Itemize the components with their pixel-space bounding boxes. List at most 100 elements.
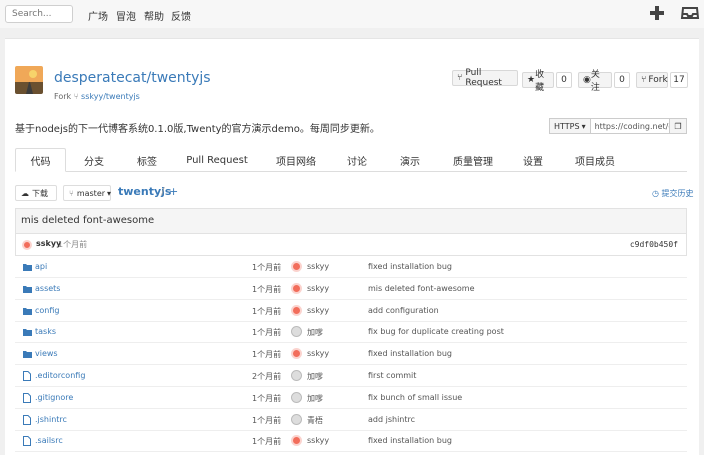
clone-url[interactable]: https://coding.net/desp [591, 122, 669, 131]
table-row[interactable]: assets 1个月前 sskyy mis deleted font-awesome [15, 278, 687, 300]
file-user[interactable]: sskyy [307, 349, 329, 358]
commit-history-link[interactable]: ◷ 提交历史 [652, 188, 694, 199]
file-name[interactable]: .jshintrc [35, 415, 67, 424]
file-age: 1个月前 [252, 328, 282, 338]
avatar [291, 282, 302, 294]
watch-button[interactable]: ◉ 关注 [578, 70, 612, 93]
table-row[interactable]: .sailsrc 1个月前 sskyy fixed installation bug [15, 430, 687, 453]
repo-tabs: 代码 分支 标签 Pull Request 项目网络 讨论 演示 质量管理 设置… [15, 148, 687, 172]
top-bar: 广场 冒泡 帮助 反馈 [0, 0, 704, 28]
file-name[interactable]: tasks [35, 327, 56, 336]
nav-help[interactable]: 帮助 [144, 8, 164, 23]
file-user[interactable]: sskyy [307, 284, 329, 293]
table-row[interactable]: config 1个月前 sskyy add configuration [15, 300, 687, 322]
avatar [291, 304, 302, 316]
table-row[interactable]: views 1个月前 sskyy fixed installation bug [15, 343, 687, 366]
file-icon [23, 436, 31, 447]
fork-source-link[interactable]: sskyy/twentyjs [81, 92, 140, 101]
download-button[interactable]: ☁ 下载 [15, 185, 57, 201]
fork-icon: ⑂ [641, 75, 647, 85]
star-button[interactable]: ★ 收藏 [522, 70, 554, 93]
add-file-button[interactable]: + [169, 185, 178, 198]
file-user[interactable]: sskyy [307, 262, 329, 271]
tab-pull-request[interactable]: Pull Request [183, 148, 251, 172]
file-commit-message[interactable]: fixed installation bug [368, 436, 452, 445]
file-commit-message[interactable]: fix bunch of small issue [368, 393, 462, 402]
table-row[interactable]: .gitignore 1个月前 加嗲 fix bunch of small issue [15, 387, 687, 409]
file-age: 1个月前 [252, 284, 282, 294]
file-name[interactable]: views [35, 349, 58, 358]
tab-network[interactable]: 项目网络 [272, 148, 320, 172]
fork-button[interactable]: ⑂ Fork [636, 72, 668, 88]
avatar [291, 348, 302, 360]
file-commit-message[interactable]: fixed installation bug [368, 262, 452, 271]
avatar [291, 435, 302, 447]
file-commit-message[interactable]: first commit [368, 371, 416, 380]
tab-branches[interactable]: 分支 [75, 148, 113, 172]
history-label: 提交历史 [661, 189, 694, 198]
tab-code[interactable]: 代码 [15, 148, 66, 172]
table-row[interactable]: tasks 1个月前 加嗲 fix bug for duplicate creatin… [15, 321, 687, 344]
eye-icon: ◉ [583, 75, 591, 85]
tab-demo[interactable]: 演示 [392, 148, 428, 172]
table-row[interactable]: .jshintrc 1个月前 青梧 add jshintrc [15, 409, 687, 431]
file-user[interactable]: 加嗲 [307, 371, 323, 382]
folder-icon [23, 285, 32, 293]
clock-icon: ◷ [652, 189, 659, 198]
file-name[interactable]: config [35, 306, 59, 315]
tab-quality[interactable]: 质量管理 [447, 148, 499, 172]
inbox-icon[interactable] [680, 4, 700, 22]
tab-members[interactable]: 项目成员 [570, 148, 620, 172]
branch-label: master [76, 188, 106, 198]
file-commit-message[interactable]: add jshintrc [368, 415, 415, 424]
branch-icon: ⑂ [73, 92, 79, 101]
file-user[interactable]: sskyy [307, 306, 329, 315]
file-age: 1个月前 [252, 415, 282, 425]
file-commit-message[interactable]: add configuration [368, 306, 439, 315]
download-label: 下载 [32, 188, 48, 198]
nav-plaza[interactable]: 广场 [88, 8, 108, 23]
file-icon [23, 371, 31, 381]
commit-hash[interactable]: c9df0b450f [630, 240, 678, 249]
file-commit-message[interactable]: fix bug for duplicate creating post [368, 327, 504, 336]
repo-name[interactable]: desperatecat/twentyjs [54, 70, 211, 86]
star-label: 收藏 [535, 70, 545, 93]
fork-count: 17 [670, 72, 688, 88]
search-input[interactable] [5, 5, 73, 23]
pull-request-icon: ⑂ [457, 73, 463, 83]
file-user[interactable]: 青梧 [307, 415, 323, 426]
plus-icon[interactable] [647, 4, 667, 22]
tab-tags[interactable]: 标签 [128, 148, 166, 172]
file-age: 2个月前 [252, 372, 282, 381]
fork-button-label: Fork [648, 75, 668, 85]
tab-discussion[interactable]: 讨论 [339, 148, 375, 172]
fork-source: Fork ⑂ sskyy/twentyjs [54, 92, 140, 101]
file-user[interactable]: sskyy [307, 436, 329, 445]
avatar [291, 370, 302, 381]
branch-select[interactable]: ⑂ master ▾ [63, 185, 111, 201]
watch-label: 关注 [590, 70, 600, 93]
caret-down-icon: ▾ [581, 121, 586, 131]
file-name[interactable]: .editorconfig [35, 371, 85, 380]
avatar [291, 391, 302, 403]
table-row[interactable]: api 1个月前 sskyy fixed installation bug [15, 256, 687, 278]
nav-feedback[interactable]: 反馈 [171, 8, 191, 23]
table-row[interactable]: .editorconfig 2个月前 加嗲 first commit [15, 365, 687, 387]
file-commit-message[interactable]: mis deleted font-awesome [368, 284, 475, 293]
avatar [291, 326, 302, 338]
file-user[interactable]: 加嗲 [307, 393, 323, 404]
file-name[interactable]: .gitignore [35, 393, 73, 402]
file-name[interactable]: api [35, 262, 47, 271]
nav-bubble[interactable]: 冒泡 [116, 8, 136, 23]
tab-settings[interactable]: 设置 [515, 148, 551, 172]
copy-icon[interactable]: ❐ [668, 119, 686, 133]
watch-count: 0 [614, 72, 630, 88]
commit-age: 1个月前 [58, 240, 88, 249]
file-user[interactable]: 加嗲 [307, 327, 323, 338]
file-commit-message[interactable]: fixed installation bug [368, 349, 452, 358]
avatar [291, 413, 302, 425]
pull-request-button[interactable]: ⑂ Pull Request [452, 68, 518, 88]
protocol-select[interactable]: HTTPS ▾ [550, 119, 591, 133]
file-name[interactable]: assets [35, 284, 60, 293]
file-name[interactable]: .sailsrc [35, 436, 63, 445]
